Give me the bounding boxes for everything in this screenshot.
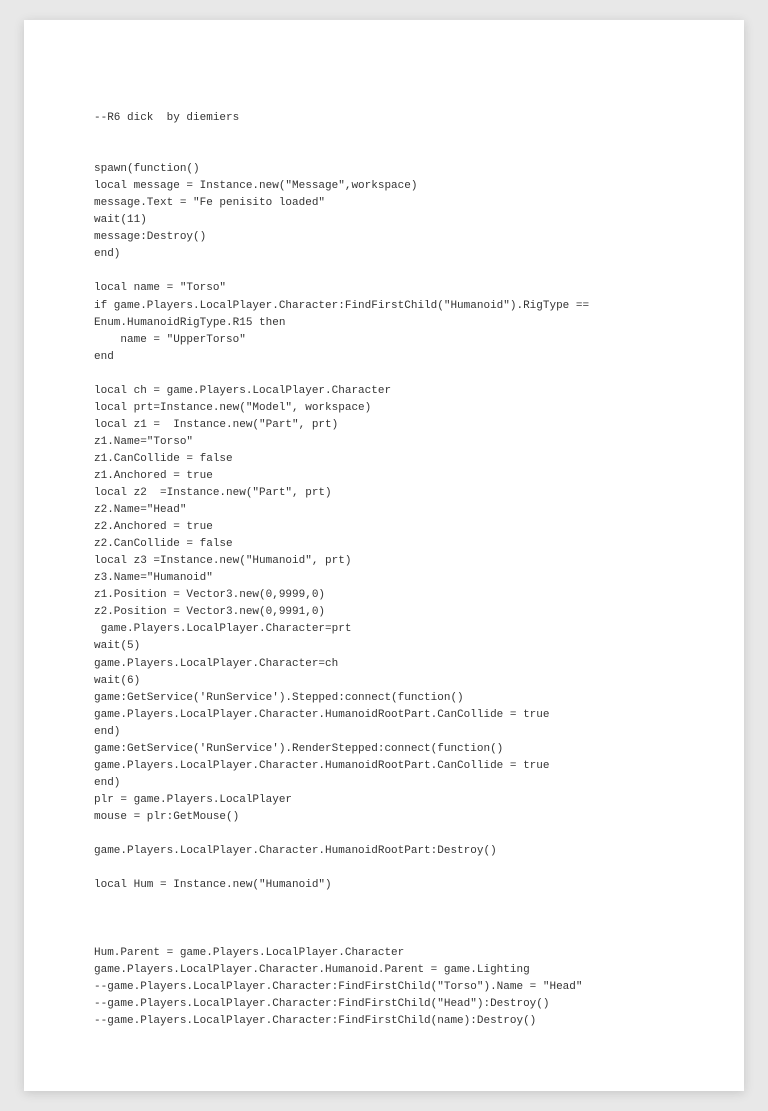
code-line: z3.Name="Humanoid" bbox=[94, 570, 674, 587]
code-line: --game.Players.LocalPlayer.Character:Fin… bbox=[94, 996, 674, 1013]
code-line: z2.Position = Vector3.new(0,9991,0) bbox=[94, 604, 674, 621]
code-line: end) bbox=[94, 775, 674, 792]
code-line: z1.Position = Vector3.new(0,9999,0) bbox=[94, 587, 674, 604]
code-line bbox=[94, 263, 674, 280]
document-page: --R6 dick by diemiers spawn(function()lo… bbox=[24, 20, 744, 1091]
code-line: --game.Players.LocalPlayer.Character:Fin… bbox=[94, 979, 674, 996]
code-line: mouse = plr:GetMouse() bbox=[94, 809, 674, 826]
code-line bbox=[94, 127, 674, 144]
code-line bbox=[94, 911, 674, 928]
code-line: z2.Name="Head" bbox=[94, 502, 674, 519]
code-line: local Hum = Instance.new("Humanoid") bbox=[94, 877, 674, 894]
code-line: game.Players.LocalPlayer.Character=prt bbox=[94, 621, 674, 638]
code-line: wait(11) bbox=[94, 212, 674, 229]
code-line: message:Destroy() bbox=[94, 229, 674, 246]
code-line: plr = game.Players.LocalPlayer bbox=[94, 792, 674, 809]
code-line bbox=[94, 144, 674, 161]
code-line: end bbox=[94, 349, 674, 366]
code-line: game.Players.LocalPlayer.Character=ch bbox=[94, 656, 674, 673]
code-block: --R6 dick by diemiers spawn(function()lo… bbox=[94, 110, 674, 1031]
code-line: z1.Anchored = true bbox=[94, 468, 674, 485]
code-line: local z2 =Instance.new("Part", prt) bbox=[94, 485, 674, 502]
code-line: z1.CanCollide = false bbox=[94, 451, 674, 468]
code-line: z2.CanCollide = false bbox=[94, 536, 674, 553]
code-line: local ch = game.Players.LocalPlayer.Char… bbox=[94, 383, 674, 400]
code-line: name = "UpperTorso" bbox=[94, 332, 674, 349]
code-line: wait(5) bbox=[94, 638, 674, 655]
code-line: end) bbox=[94, 724, 674, 741]
code-line bbox=[94, 826, 674, 843]
code-line: Hum.Parent = game.Players.LocalPlayer.Ch… bbox=[94, 945, 674, 962]
code-line bbox=[94, 860, 674, 877]
code-line: message.Text = "Fe penisito loaded" bbox=[94, 195, 674, 212]
code-line bbox=[94, 928, 674, 945]
code-line: game.Players.LocalPlayer.Character.Human… bbox=[94, 707, 674, 724]
code-line: wait(6) bbox=[94, 673, 674, 690]
code-line: spawn(function() bbox=[94, 161, 674, 178]
code-line: Enum.HumanoidRigType.R15 then bbox=[94, 315, 674, 332]
code-line bbox=[94, 366, 674, 383]
code-line: --game.Players.LocalPlayer.Character:Fin… bbox=[94, 1013, 674, 1030]
code-line: game:GetService('RunService').RenderStep… bbox=[94, 741, 674, 758]
code-line: local z1 = Instance.new("Part", prt) bbox=[94, 417, 674, 434]
code-line: local name = "Torso" bbox=[94, 280, 674, 297]
code-line: z2.Anchored = true bbox=[94, 519, 674, 536]
code-line: local message = Instance.new("Message",w… bbox=[94, 178, 674, 195]
code-line: local z3 =Instance.new("Humanoid", prt) bbox=[94, 553, 674, 570]
code-line bbox=[94, 894, 674, 911]
code-line: --R6 dick by diemiers bbox=[94, 110, 674, 127]
code-line: game.Players.LocalPlayer.Character.Human… bbox=[94, 843, 674, 860]
code-line: game.Players.LocalPlayer.Character.Human… bbox=[94, 758, 674, 775]
code-line: if game.Players.LocalPlayer.Character:Fi… bbox=[94, 298, 674, 315]
code-line: game.Players.LocalPlayer.Character.Human… bbox=[94, 962, 674, 979]
code-line: z1.Name="Torso" bbox=[94, 434, 674, 451]
code-line: game:GetService('RunService').Stepped:co… bbox=[94, 690, 674, 707]
code-line: end) bbox=[94, 246, 674, 263]
code-line: local prt=Instance.new("Model", workspac… bbox=[94, 400, 674, 417]
